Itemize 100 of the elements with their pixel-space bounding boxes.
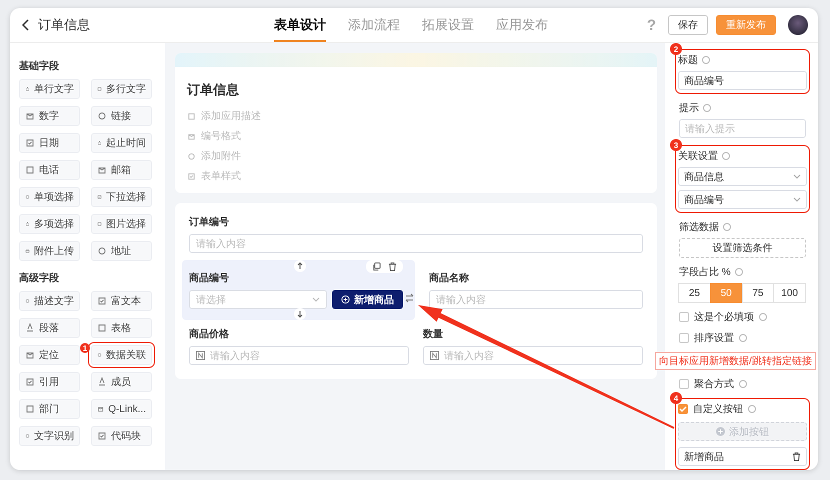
field-type-item[interactable]: 富文本 bbox=[91, 291, 152, 311]
help-icon[interactable] bbox=[702, 56, 710, 64]
callout-text: 向目标应用新增数据/跳转指定链接 bbox=[655, 352, 816, 370]
option-icon bbox=[187, 132, 196, 140]
field-label: 数量 bbox=[423, 328, 443, 341]
number-icon bbox=[430, 351, 439, 360]
field-label: 商品名称 bbox=[429, 271, 469, 285]
field-type-item[interactable]: 引用 bbox=[19, 372, 80, 392]
field-type-item[interactable]: 电话 bbox=[19, 160, 80, 180]
field-type-icon bbox=[97, 323, 107, 333]
filter-button[interactable]: 设置筛选条件 bbox=[679, 238, 806, 258]
field-type-item[interactable]: 数字 bbox=[19, 106, 80, 126]
field-type-item[interactable]: 日期 bbox=[19, 133, 80, 153]
form-title: 订单信息 bbox=[187, 81, 240, 99]
field-type-item[interactable]: 数据关联 bbox=[91, 345, 152, 365]
group-title: 基础字段 bbox=[19, 59, 60, 73]
option-icon bbox=[187, 112, 196, 120]
chevron-down-icon bbox=[793, 197, 801, 202]
checkbox[interactable] bbox=[679, 333, 689, 343]
help-icon[interactable] bbox=[723, 223, 731, 231]
field-type-icon bbox=[97, 138, 102, 148]
field-type-icon bbox=[97, 192, 102, 202]
option-icon bbox=[187, 172, 196, 180]
plus-circle-icon bbox=[716, 427, 725, 436]
field-type-item[interactable]: 表格 bbox=[91, 318, 152, 338]
checkbox-label: 聚合方式 bbox=[694, 378, 734, 391]
checkbox-label: 排序设置 bbox=[694, 332, 734, 345]
swap-icon[interactable] bbox=[405, 293, 414, 303]
help-icon[interactable] bbox=[722, 152, 730, 160]
field-type-item[interactable]: 多行文字 bbox=[91, 79, 152, 99]
field-type-item[interactable]: 定位 bbox=[19, 345, 80, 365]
help-icon[interactable] bbox=[748, 405, 756, 413]
field-type-icon bbox=[97, 431, 107, 441]
setting-label: 提示 bbox=[679, 102, 699, 115]
field-type-item[interactable]: 下拉选择 bbox=[91, 187, 152, 207]
step-badge: 1 bbox=[80, 343, 90, 353]
field-label: 商品价格 bbox=[189, 327, 229, 341]
field-type-icon bbox=[25, 219, 30, 229]
trash-icon[interactable] bbox=[388, 262, 397, 271]
field-type-item[interactable]: 段落 bbox=[19, 318, 80, 338]
step-badge: 2 bbox=[670, 43, 682, 55]
field-type-item[interactable]: 邮箱 bbox=[91, 160, 152, 180]
avatar[interactable] bbox=[788, 15, 808, 35]
field-type-item[interactable]: 附件上传 bbox=[19, 241, 80, 261]
field-type-item[interactable]: 文字识别 bbox=[19, 426, 80, 446]
setting-label: 关联设置 bbox=[678, 150, 718, 163]
field-type-icon bbox=[97, 246, 107, 256]
custom-button-item[interactable]: 新增商品 bbox=[678, 447, 807, 466]
checkbox[interactable] bbox=[679, 379, 689, 389]
field-type-item[interactable]: Q-Link... bbox=[91, 399, 152, 419]
field-type-icon bbox=[25, 165, 35, 175]
add-item-button[interactable]: 新增商品 bbox=[332, 290, 403, 309]
select-field[interactable]: 商品信息 bbox=[678, 167, 807, 186]
back-icon[interactable] bbox=[22, 19, 30, 31]
checkbox-label: 自定义按钮 bbox=[693, 402, 743, 416]
step-badge: 4 bbox=[670, 392, 682, 404]
field-type-icon bbox=[25, 350, 35, 360]
field-type-item[interactable]: 成员 bbox=[91, 372, 152, 392]
header-button[interactable]: 保存 bbox=[668, 15, 708, 35]
field-type-item[interactable]: 单行文字 bbox=[19, 79, 80, 99]
help-icon[interactable] bbox=[703, 104, 711, 112]
help-icon[interactable] bbox=[739, 380, 747, 388]
field-type-icon bbox=[25, 431, 30, 441]
width-option[interactable]: 25 bbox=[678, 283, 711, 303]
selected-field-block[interactable]: 商品编号 请选择 新增商品 bbox=[182, 260, 415, 320]
input-field[interactable]: 商品编号 bbox=[678, 71, 807, 90]
width-option[interactable]: 75 bbox=[742, 283, 774, 303]
field-type-item[interactable]: 单项选择 bbox=[19, 187, 80, 207]
move-up-handle[interactable] bbox=[294, 260, 306, 272]
trash-icon[interactable] bbox=[792, 452, 801, 461]
checkbox-label: 这是个必填项 bbox=[694, 310, 754, 324]
select-field[interactable]: 商品编号 bbox=[678, 190, 807, 209]
field-type-item[interactable]: 起止时间 bbox=[91, 133, 152, 153]
copy-icon[interactable] bbox=[372, 262, 381, 271]
field-type-item[interactable]: 代码块 bbox=[91, 426, 152, 446]
field-type-icon bbox=[97, 404, 104, 414]
field-type-item[interactable]: 部门 bbox=[19, 399, 80, 419]
field-type-icon bbox=[25, 84, 30, 94]
checkbox[interactable] bbox=[678, 404, 688, 414]
setting-label: 字段占比 % bbox=[679, 266, 731, 279]
field-type-icon bbox=[97, 111, 107, 121]
checkbox[interactable] bbox=[679, 312, 689, 322]
group-title: 高级字段 bbox=[19, 271, 60, 285]
field-type-icon bbox=[25, 377, 35, 387]
field-label: 商品编号 bbox=[189, 271, 229, 285]
setting-label: 标题 bbox=[678, 54, 698, 67]
help-icon[interactable] bbox=[734, 268, 743, 276]
field-type-item[interactable]: 描述文字 bbox=[19, 291, 80, 311]
field-type-item[interactable]: 地址 bbox=[91, 241, 152, 261]
field-type-icon bbox=[25, 192, 30, 202]
move-down-handle[interactable] bbox=[294, 308, 306, 320]
field-type-item[interactable]: 链接 bbox=[91, 106, 152, 126]
field-type-icon bbox=[25, 323, 35, 333]
field-type-item[interactable]: 图片选择 bbox=[91, 214, 152, 234]
plus-circle-icon bbox=[341, 295, 350, 304]
field-type-item[interactable]: 多项选择 bbox=[19, 214, 80, 234]
step-badge: 3 bbox=[670, 139, 682, 151]
help-icon[interactable] bbox=[759, 313, 767, 321]
width-option[interactable]: 100 bbox=[773, 283, 806, 303]
help-icon[interactable] bbox=[739, 334, 747, 342]
